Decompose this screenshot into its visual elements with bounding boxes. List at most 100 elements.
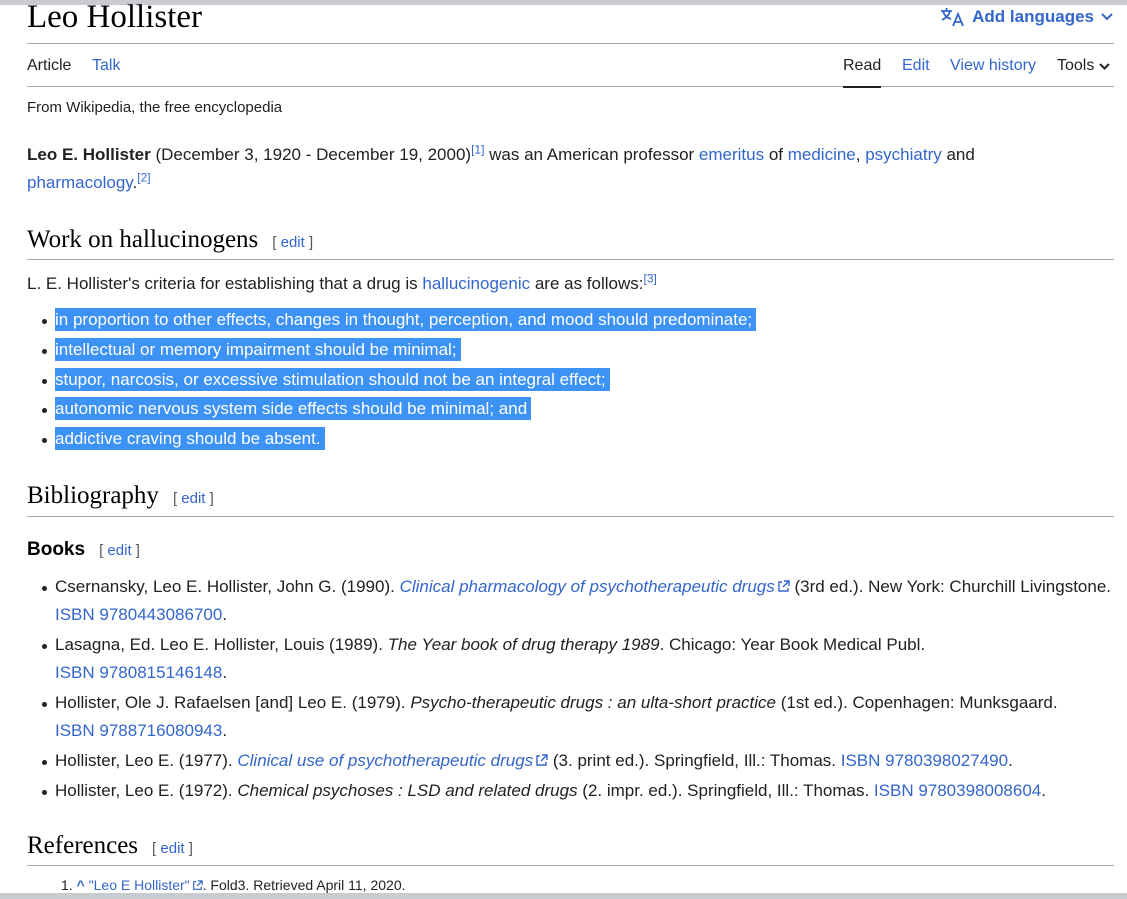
section-heading-work: Work on hallucinogens [ edit ] xyxy=(27,226,1114,260)
intro-paragraph: Leo E. Hollister (December 3, 1920 - Dec… xyxy=(27,141,1114,197)
ref-link-3[interactable]: [3] xyxy=(644,271,657,285)
reference-link[interactable]: "Leo E Hollister" xyxy=(89,877,203,893)
book-publisher: (3. print ed.). Springfield, Ill.: Thoma… xyxy=(548,751,841,770)
book-title: Clinical use of psychotherapeutic drugs xyxy=(237,751,534,770)
reference-number: 1. xyxy=(61,877,73,893)
book-citation: Hollister, Leo E. (1977). xyxy=(55,751,238,770)
tab-view-history[interactable]: View history xyxy=(950,57,1036,75)
translate-icon xyxy=(941,8,964,27)
edit-link[interactable]: edit xyxy=(160,840,184,857)
book-citation: Lasagna, Ed. Leo E. Hollister, Louis (19… xyxy=(55,635,388,654)
back-link[interactable]: ^ xyxy=(77,877,85,893)
book-citation: Csernansky, Leo E. Hollister, John G. (1… xyxy=(55,577,400,596)
section-heading-bibliography: Bibliography [ edit ] xyxy=(27,482,1114,517)
section-heading-references: References [ edit ] xyxy=(27,832,1114,866)
add-languages-button[interactable]: Add languages xyxy=(940,7,1114,27)
list-item: Hollister, Leo E. (1977). Clinical use o… xyxy=(27,747,1114,775)
criteria-intro-text: are as follows: xyxy=(530,274,644,293)
criteria-intro-text: L. E. Hollister's criteria for establish… xyxy=(27,274,423,293)
reference-text: . Fold3. Retrieved April 11, 2020. xyxy=(202,877,406,893)
criteria-list: in proportion to other effects, changes … xyxy=(27,306,757,455)
section-edit-link: [ edit ] xyxy=(99,542,140,559)
criterion-text: autonomic nervous system side effects sh… xyxy=(55,397,532,421)
isbn-link[interactable]: ISBN 9780398027490 xyxy=(841,751,1008,770)
reference-item: 1. ^ "Leo E Hollister" . Fold3. Retrieved… xyxy=(61,875,406,895)
punctuation: . xyxy=(1008,751,1013,770)
bracket: [ xyxy=(272,234,277,251)
book-title-link[interactable]: Clinical pharmacology of psychotherapeut… xyxy=(400,577,790,596)
edit-link[interactable]: edit xyxy=(281,234,305,251)
criterion-text: stupor, narcosis, or excessive stimulati… xyxy=(55,367,610,391)
external-link-icon xyxy=(536,754,548,766)
criterion-text: intellectual or memory impairment should… xyxy=(55,337,461,361)
book-publisher: (1st ed.). Copenhagen: Munksgaard. xyxy=(776,693,1058,712)
section-edit-link: [ edit ] xyxy=(152,840,193,857)
criterion-text: in proportion to other effects, changes … xyxy=(55,308,757,331)
ref-link-2[interactable]: [2] xyxy=(137,170,150,184)
tab-talk[interactable]: Talk xyxy=(92,57,120,75)
section-edit-link: [ edit ] xyxy=(173,490,214,507)
section-edit-link: [ edit ] xyxy=(272,234,313,251)
title-row: Leo Hollister Add languages xyxy=(27,0,1114,44)
page-title: Leo Hollister xyxy=(27,0,203,35)
book-title: The Year book of drug therapy 1989 xyxy=(387,635,660,654)
list-item: Hollister, Ole J. Rafaelsen [and] Leo E.… xyxy=(27,689,1114,745)
dates-text: (December 3, 1920 - December 19, 2000) xyxy=(150,145,472,164)
page-tabs: Article Talk Read Edit View history Tool… xyxy=(27,44,1114,88)
intro-text: of xyxy=(764,145,788,164)
intro-text: was an American professor xyxy=(484,145,699,164)
criteria-intro: L. E. Hollister's criteria for establish… xyxy=(27,270,657,298)
intro-text: , xyxy=(855,145,866,164)
isbn-link[interactable]: ISBN 9788716080943 xyxy=(55,721,222,740)
book-title-link[interactable]: Clinical use of psychotherapeutic drugs xyxy=(237,751,548,770)
link-hallucinogenic[interactable]: hallucinogenic xyxy=(422,274,530,293)
external-link-icon xyxy=(192,880,203,890)
tools-menu[interactable]: Tools xyxy=(1057,57,1111,75)
bracket: [ xyxy=(172,490,178,507)
bracket: ] xyxy=(308,234,314,251)
book-publisher: (3rd ed.). New York: Churchill Livingsto… xyxy=(789,577,1111,596)
book-title: Clinical pharmacology of psychotherapeut… xyxy=(399,577,775,596)
criterion-text: addictive craving should be absent. xyxy=(55,427,325,451)
isbn-link[interactable]: ISBN 9780443086700 xyxy=(55,605,222,624)
tools-label: Tools xyxy=(1057,57,1095,74)
link-pharmacology[interactable]: pharmacology xyxy=(27,173,133,192)
reference-title: "Leo E Hollister" xyxy=(88,877,190,893)
tab-read[interactable]: Read xyxy=(843,57,882,88)
books-list: Csernansky, Leo E. Hollister, John G. (1… xyxy=(27,573,1114,807)
book-citation: Hollister, Leo E. (1972). xyxy=(55,781,238,800)
chevron-down-icon xyxy=(1099,62,1111,70)
list-item: stupor, narcosis, or excessive stimulati… xyxy=(27,366,756,396)
heading-text: Bibliography xyxy=(27,482,159,509)
tab-article[interactable]: Article xyxy=(27,57,71,75)
list-item: autonomic nervous system side effects sh… xyxy=(27,395,756,425)
isbn-link[interactable]: ISBN 9780815146148 xyxy=(55,663,222,682)
book-title: Psycho-therapeutic drugs : an ulta-short… xyxy=(410,693,776,712)
link-medicine[interactable]: medicine xyxy=(788,145,856,164)
isbn-link[interactable]: ISBN 9780398008604 xyxy=(874,781,1041,800)
list-item: Lasagna, Ed. Leo E. Hollister, Louis (19… xyxy=(27,631,1114,687)
ref-link-1[interactable]: [1] xyxy=(471,142,484,156)
tagline: From Wikipedia, the free encyclopedia xyxy=(27,99,283,116)
edit-link[interactable]: edit xyxy=(107,542,131,559)
tab-edit[interactable]: Edit xyxy=(902,57,930,75)
bracket: [ xyxy=(99,542,104,559)
subsection-heading-books: Books [ edit ] xyxy=(27,539,140,561)
edit-link[interactable]: edit xyxy=(181,490,205,507)
bracket: ] xyxy=(209,490,214,507)
chevron-down-icon xyxy=(1101,13,1113,21)
subject-name: Leo E. Hollister xyxy=(27,145,151,164)
external-link-icon xyxy=(778,580,790,592)
book-publisher: . Chicago: Year Book Medical Publ. xyxy=(659,635,926,654)
list-item: in proportion to other effects, changes … xyxy=(27,306,757,336)
list-item: intellectual or memory impairment should… xyxy=(27,336,756,366)
add-languages-label: Add languages xyxy=(972,7,1094,26)
link-psychiatry[interactable]: psychiatry xyxy=(865,145,942,164)
heading-text: Books xyxy=(27,539,86,560)
link-emeritus[interactable]: emeritus xyxy=(699,145,764,164)
list-item: Hollister, Leo E. (1972). Chemical psych… xyxy=(27,777,1114,805)
bracket: ] xyxy=(135,542,140,559)
heading-text: References xyxy=(27,832,139,859)
punctuation: . xyxy=(222,605,228,624)
book-title: Chemical psychoses : LSD and related dru… xyxy=(237,781,578,800)
